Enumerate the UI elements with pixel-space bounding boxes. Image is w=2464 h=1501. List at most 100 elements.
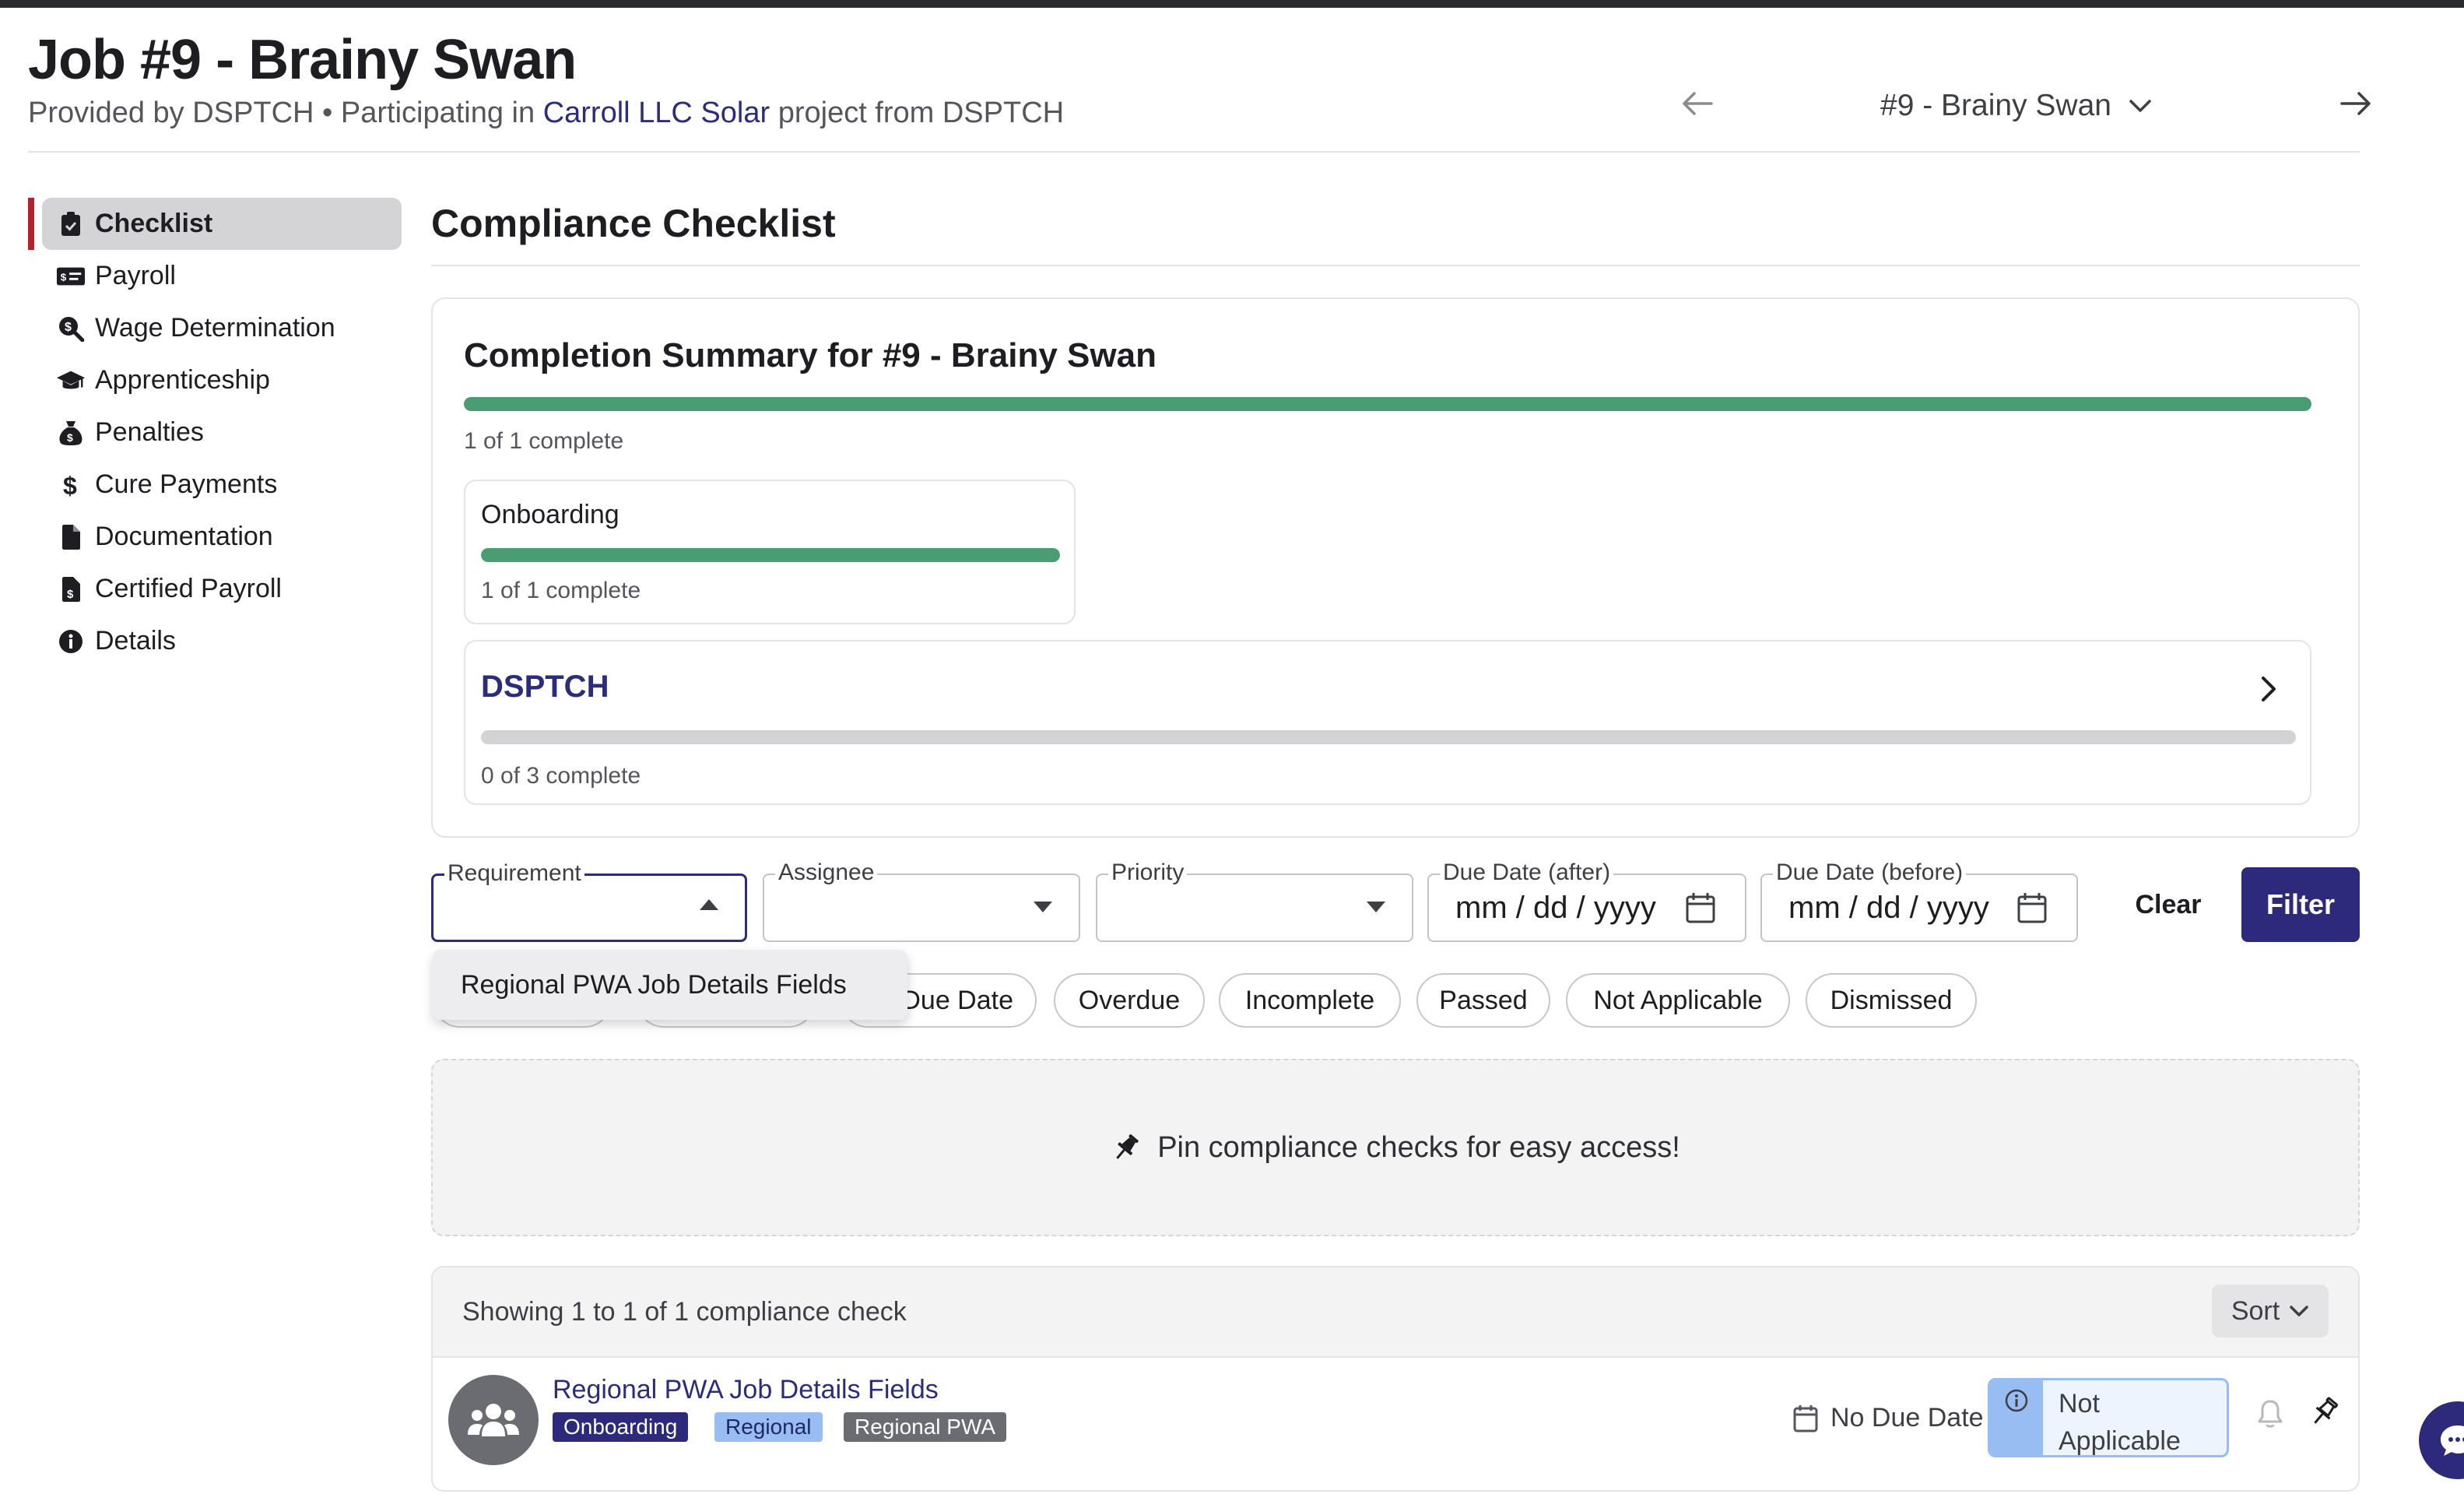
group-name: DSPTCH — [481, 670, 609, 704]
onboarding-group-card: Onboarding 1 of 1 complete — [464, 480, 1076, 624]
arrow-right-icon — [2340, 92, 2371, 115]
sidebar-item-label: Details — [95, 626, 176, 656]
sidebar-nav: Checklist $ Payroll $ Wage Determination… — [28, 198, 402, 667]
sidebar-item-certified-payroll[interactable]: $ Certified Payroll — [28, 563, 402, 615]
job-subtitle: Provided by DSPTCH • Participating in Ca… — [28, 97, 1064, 130]
active-indicator — [28, 198, 34, 250]
overall-progress-bar — [464, 397, 2311, 411]
sidebar-item-label: Documentation — [95, 522, 273, 551]
top-strip — [0, 0, 2464, 8]
clear-button[interactable]: Clear — [2106, 867, 2231, 942]
sidebar-item-label: Cure Payments — [95, 469, 278, 499]
file-invoice-dollar-icon: $ — [56, 575, 86, 604]
calendar-icon[interactable] — [1686, 892, 1715, 923]
showing-count: Showing 1 to 1 of 1 compliance check — [462, 1297, 907, 1327]
caret-down-icon — [1034, 902, 1052, 912]
assignee-select[interactable]: Assignee — [763, 859, 1080, 942]
field-label: Due Date (before) — [1773, 859, 1967, 886]
summary-title: Completion Summary for #9 - Brainy Swan — [464, 336, 1157, 374]
tag-badge: Regional — [714, 1412, 823, 1442]
sidebar-item-wage-determination[interactable]: $ Wage Determination — [28, 302, 402, 354]
sidebar-item-penalties[interactable]: $ Penalties — [28, 406, 402, 459]
due-date-after-input[interactable]: Due Date (after) mm / dd / yyyy — [1427, 859, 1746, 942]
status-icon-area — [1990, 1380, 2043, 1455]
page-title: Job #9 - Brainy Swan — [28, 29, 577, 91]
compliance-list: Showing 1 to 1 of 1 compliance check Sor… — [431, 1266, 2360, 1492]
graduation-cap-icon — [56, 366, 86, 395]
sort-button[interactable]: Sort — [2212, 1285, 2329, 1338]
onboarding-progress-fill — [481, 548, 1060, 562]
filter-chip-incomplete[interactable]: Incomplete — [1219, 973, 1401, 1028]
date-placeholder: mm / dd / yyyy — [1788, 891, 1989, 925]
due-date-before-input[interactable]: Due Date (before) mm / dd / yyyy — [1760, 859, 2078, 942]
field-label: Assignee — [775, 859, 878, 886]
project-link[interactable]: Carroll LLC Solar — [543, 97, 770, 129]
filter-chip-overdue[interactable]: Overdue — [1054, 973, 1205, 1028]
filter-chip-dismissed[interactable]: Dismissed — [1806, 973, 1977, 1028]
thumbtack-icon — [1116, 1134, 1139, 1159]
sidebar-item-apprenticeship[interactable]: Apprenticeship — [28, 354, 402, 406]
users-icon — [448, 1375, 539, 1465]
overall-progress-text: 1 of 1 complete — [464, 428, 624, 454]
due-date-label: No Due Date — [1830, 1403, 1984, 1432]
sidebar-item-payroll[interactable]: $ Payroll — [28, 250, 402, 302]
chevron-down-icon — [2290, 1306, 2308, 1316]
tag-badge: Onboarding — [553, 1412, 689, 1442]
dsptch-progress-bar — [481, 730, 2296, 744]
sidebar-item-checklist[interactable]: Checklist — [28, 198, 402, 250]
arrow-left-icon — [1683, 92, 1713, 115]
sidebar-item-label: Penalties — [95, 417, 204, 447]
bell-icon[interactable] — [2257, 1398, 2283, 1429]
previous-job-button[interactable] — [1655, 61, 1740, 146]
sidebar-item-label: Wage Determination — [95, 313, 335, 343]
next-job-button[interactable] — [2313, 61, 2399, 146]
field-label: Priority — [1108, 859, 1188, 886]
divider — [431, 265, 2360, 266]
requirement-select[interactable]: Requirement — [431, 860, 747, 942]
list-header: Showing 1 to 1 of 1 compliance check Sor… — [433, 1267, 2358, 1358]
calendar-icon[interactable] — [2017, 892, 2047, 923]
chat-launcher-button[interactable] — [2419, 1401, 2464, 1479]
field-label: Requirement — [444, 860, 584, 887]
svg-text:$: $ — [65, 321, 72, 334]
dsptch-group-card[interactable]: DSPTCH 0 of 3 complete — [464, 640, 2311, 805]
compliance-check-link[interactable]: Regional PWA Job Details Fields — [553, 1375, 939, 1405]
table-row[interactable]: Regional PWA Job Details Fields Onboardi… — [433, 1359, 2358, 1490]
job-selector[interactable]: #9 - Brainy Swan — [1880, 83, 2152, 129]
search-dollar-icon: $ — [56, 314, 86, 343]
svg-text:$: $ — [67, 431, 73, 444]
clipboard-check-icon — [56, 209, 86, 239]
filter-button[interactable]: Filter — [2241, 867, 2360, 942]
group-name: Onboarding — [481, 500, 620, 529]
onboarding-progress-bar — [481, 548, 1060, 562]
svg-text:$: $ — [63, 472, 77, 498]
pin-icon[interactable] — [2308, 1395, 2339, 1429]
chevron-right-icon — [2262, 677, 2276, 701]
job-selector-label: #9 - Brainy Swan — [1880, 89, 2111, 122]
requirement-dropdown-option[interactable]: Regional PWA Job Details Fields — [433, 950, 907, 1020]
date-placeholder: mm / dd / yyyy — [1455, 891, 1656, 925]
sidebar-item-documentation[interactable]: Documentation — [28, 511, 402, 563]
chat-icon — [2441, 1425, 2464, 1456]
info-circle-icon — [56, 627, 86, 656]
field-label: Due Date (after) — [1440, 859, 1614, 886]
filter-chip-not-applicable[interactable]: Not Applicable — [1566, 973, 1790, 1028]
sidebar-item-details[interactable]: Details — [28, 615, 402, 667]
subtitle-prefix: Provided by DSPTCH • Participating in — [28, 97, 543, 129]
pin-banner: Pin compliance checks for easy access! — [431, 1059, 2360, 1236]
sort-label: Sort — [2231, 1295, 2280, 1326]
tag-badge: Regional PWA — [844, 1412, 1007, 1442]
priority-select[interactable]: Priority — [1096, 859, 1413, 942]
caret-up-icon — [700, 899, 718, 910]
sidebar-item-cure-payments[interactable]: $ Cure Payments — [28, 459, 402, 511]
sidebar-item-label: Certified Payroll — [95, 574, 282, 603]
filter-chip-passed[interactable]: Passed — [1416, 973, 1550, 1028]
status-label: Not Applicable — [2059, 1389, 2181, 1456]
file-icon — [56, 522, 86, 552]
group-progress-text: 1 of 1 complete — [481, 578, 641, 603]
info-circle-icon — [2005, 1389, 2028, 1412]
status-badge[interactable]: Not Applicable — [1988, 1378, 2229, 1457]
calendar-icon — [1793, 1404, 1818, 1432]
overall-progress-fill — [464, 397, 2311, 411]
due-date: No Due Date — [1793, 1403, 1984, 1433]
